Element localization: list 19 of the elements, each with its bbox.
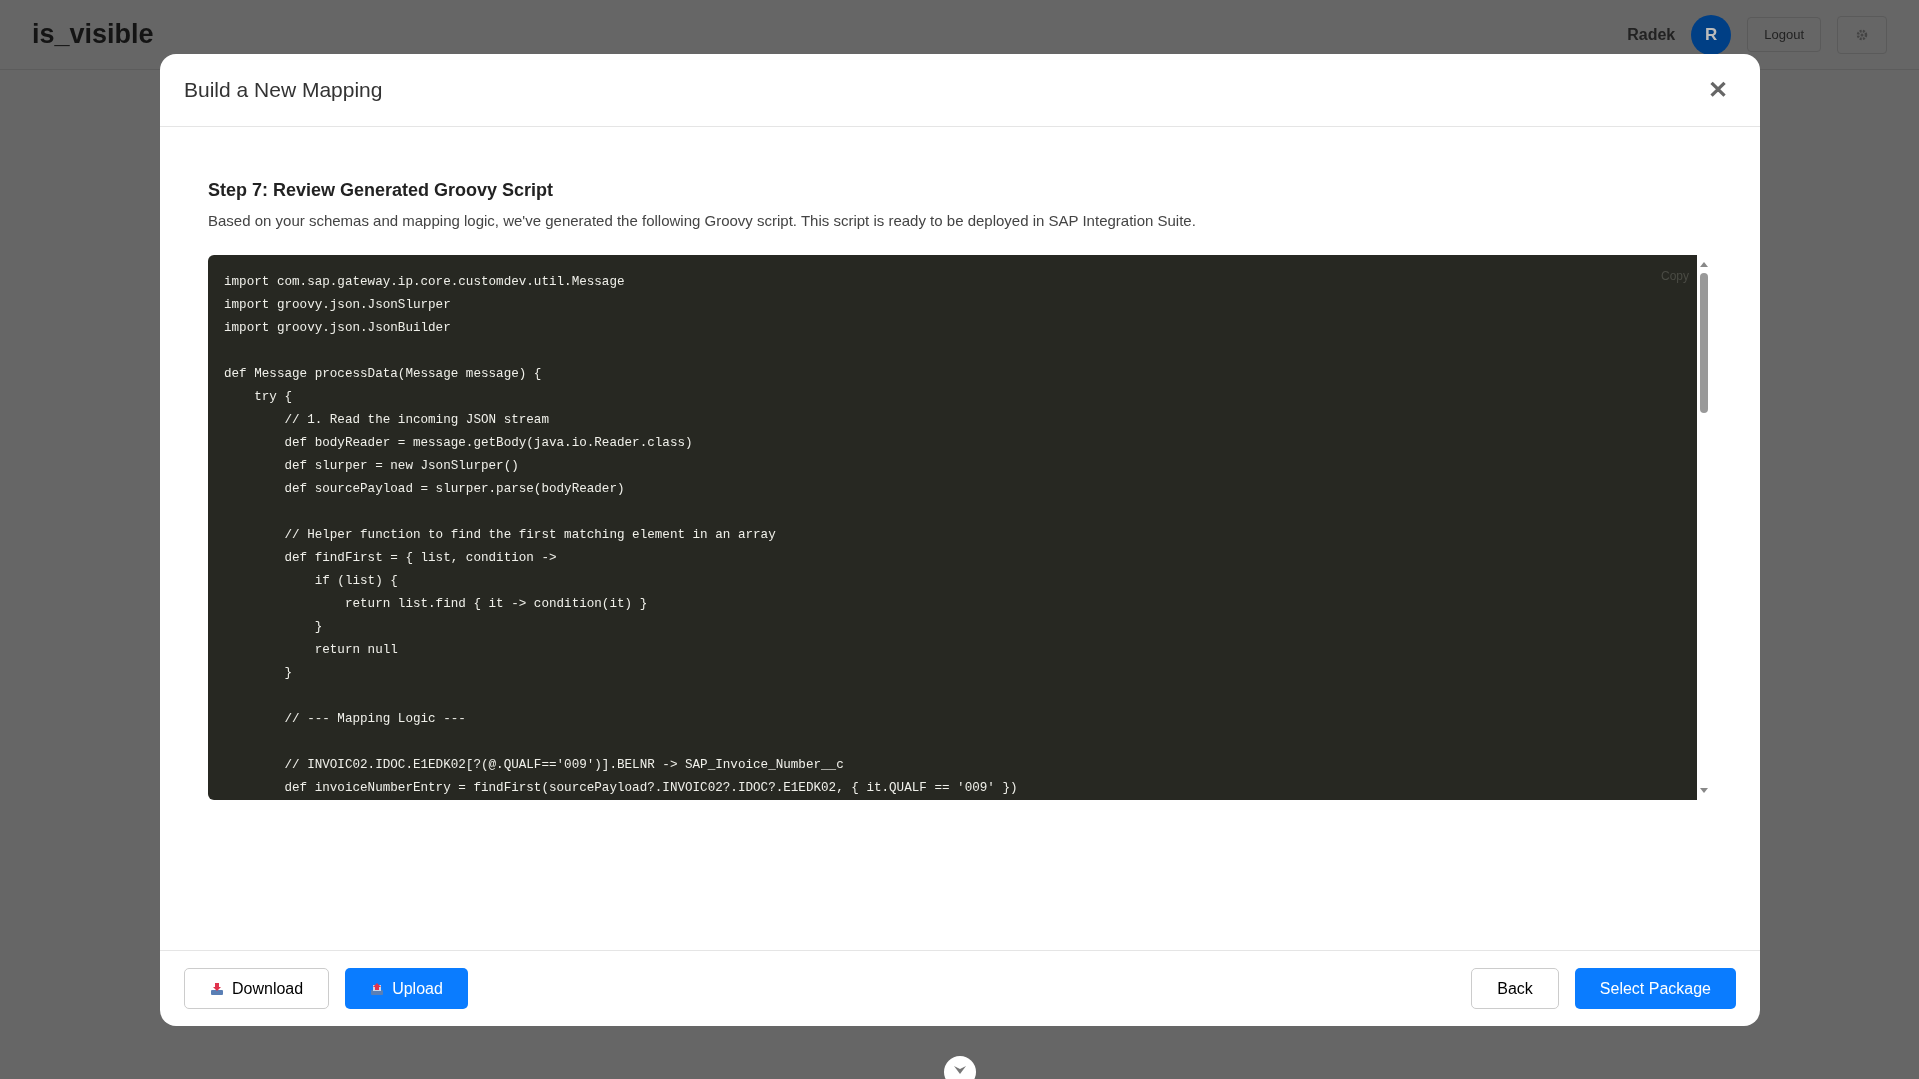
secondary-action-button[interactable]: Download bbox=[184, 968, 330, 1009]
tray-arrow-up-icon bbox=[370, 981, 385, 996]
dialog-title: Build a New Mapping bbox=[184, 77, 383, 104]
app-logo: is_visible bbox=[32, 18, 154, 52]
tray-arrow-down-icon bbox=[210, 981, 224, 996]
scrollbar-thumb[interactable] bbox=[1700, 272, 1708, 413]
gear-icon bbox=[1855, 27, 1869, 42]
secondary-action-button[interactable]: Back bbox=[1471, 968, 1559, 1009]
code-text: import com.sap.gateway.ip.core.customdev.util.Message import groovy.json.JsonSlurper import groovy.json.JsonBuilder def Message processData(Message message) { try { // 1. Read the incoming JSON stream def bodyReader = message.getBody(java.io.Reader.class) def slurper = new JsonSlurper() def sourcePayload = slurper.parse(bodyReader) // Helper function to find the first matching element in an array def findFirst = { list, condition -> if (list) { return list.find { it -> condition(it) } } return null } // --- Mapping Logic --- // INVOIC02.IDOC.E1EDK02[?(@.QUALF=='009')].BELNR -> SAP_Invoice_Number__c def invoiceNumberEntry = findFirst(sourcePayload?.INVOIC02?.IDOC?.E1EDK02, { it.QUALF == '009' }) bbox=[224, 273, 1018, 797]
scroll-down-button[interactable] bbox=[944, 1056, 976, 1079]
close-button[interactable]: ✕ bbox=[1700, 72, 1736, 108]
logout-button[interactable]: Logout bbox=[1747, 16, 1821, 53]
chevron-down-icon bbox=[953, 1065, 967, 1075]
step-title: Step 7: Review Generated Groovy Script bbox=[208, 179, 555, 202]
primary-action-button[interactable]: Upload bbox=[345, 968, 468, 1009]
user-name: Radek bbox=[1627, 24, 1676, 45]
primary-action-button[interactable]: Select Package bbox=[1574, 968, 1736, 1009]
step-description: Based on your schemas and mapping logic, we've generated the following Groovy script. This script is ready to be deployed in SAP Integration Suite. bbox=[208, 211, 1197, 231]
user-avatar[interactable]: R bbox=[1691, 14, 1732, 55]
